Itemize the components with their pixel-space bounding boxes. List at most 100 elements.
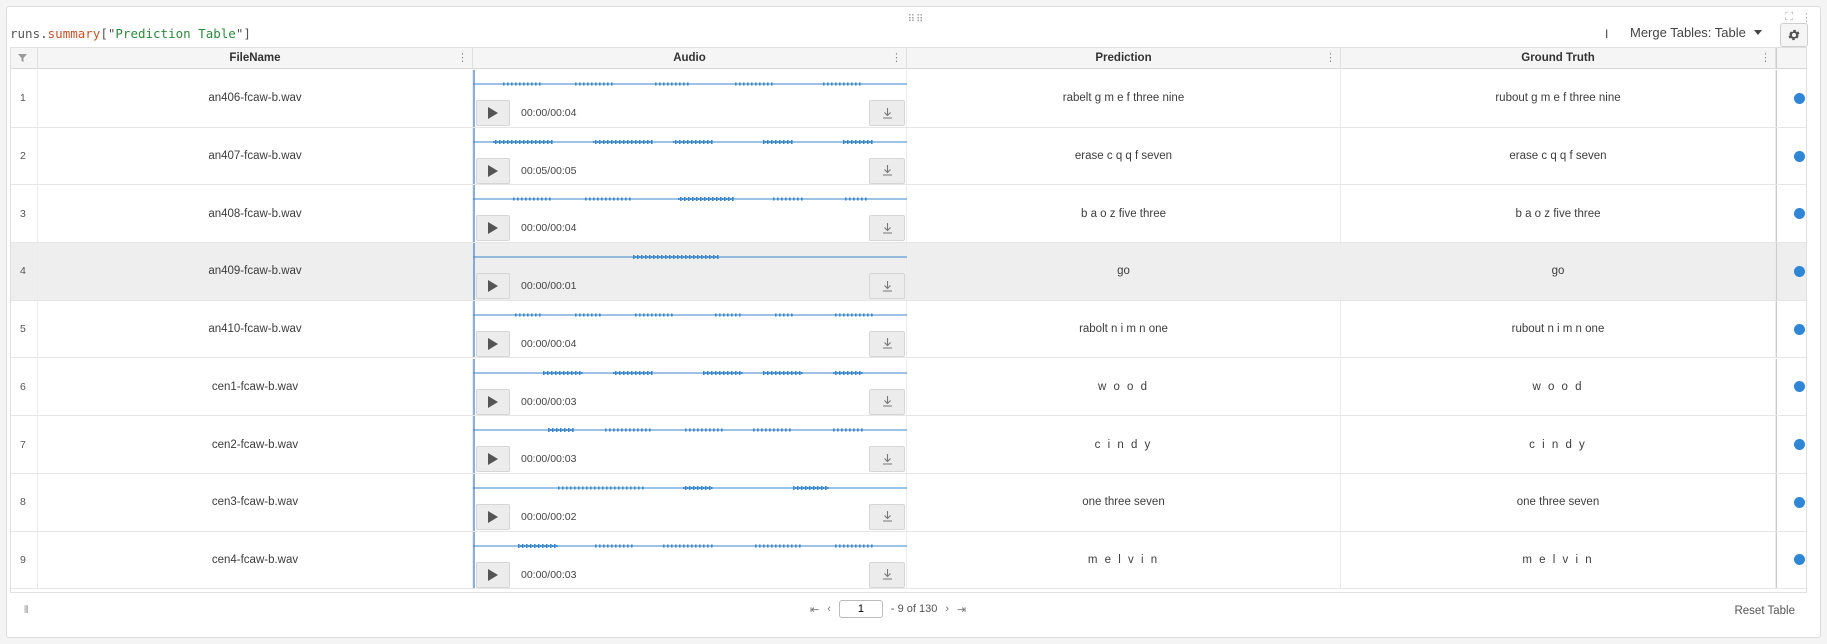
row-index: 1 xyxy=(11,70,38,127)
download-icon xyxy=(882,511,892,522)
waveform[interactable] xyxy=(473,369,907,377)
download-button[interactable] xyxy=(869,503,905,530)
expr-table-name: Prediction Table xyxy=(115,26,236,41)
table-row[interactable]: 7 cen2-fcaw-b.wav 00:00/00:03 c i n d yc i … xyxy=(11,416,1806,474)
table-row[interactable]: 1 an406-fcaw-b.wav 00:00/00:04 rabelt g m e… xyxy=(11,70,1806,128)
download-button[interactable] xyxy=(869,561,905,588)
play-icon xyxy=(488,510,498,523)
column-menu-icon[interactable]: ⋮ xyxy=(1325,48,1336,69)
header-audio[interactable]: Audio ⋮ xyxy=(473,48,907,69)
header-ground-truth[interactable]: Ground Truth ⋮ xyxy=(1341,48,1776,69)
audio-border xyxy=(473,358,475,416)
prediction-cell: rabolt n i m n one xyxy=(907,300,1341,358)
audio-player: 00:00/00:03 xyxy=(473,416,907,473)
audio-border xyxy=(473,416,475,473)
gear-icon xyxy=(1788,29,1800,41)
waveform[interactable] xyxy=(473,426,907,434)
row-status-cell xyxy=(1776,531,1806,589)
play-button[interactable] xyxy=(476,100,510,126)
download-button[interactable] xyxy=(869,330,905,357)
audio-player: 00:00/00:02 xyxy=(473,473,907,531)
audio-time: 00:00/00:03 xyxy=(521,568,577,581)
status-dot xyxy=(1794,265,1805,277)
play-icon xyxy=(488,337,498,350)
first-page-icon[interactable]: ⇤ xyxy=(810,603,819,616)
download-button[interactable] xyxy=(869,388,905,415)
query-expression[interactable]: runs.summary["Prediction Table"] xyxy=(10,26,251,41)
row-index: 7 xyxy=(11,416,38,473)
header-prediction[interactable]: Prediction ⋮ xyxy=(907,48,1341,69)
download-icon xyxy=(882,280,892,292)
table-row[interactable]: 6 cen1-fcaw-b.wav 00:00/00:03 w o o dw o o … xyxy=(11,358,1806,417)
play-button[interactable] xyxy=(476,273,510,300)
page-number-input[interactable] xyxy=(838,600,883,618)
chevron-down-icon xyxy=(1753,30,1762,35)
play-icon xyxy=(488,222,498,235)
next-page-icon[interactable]: › xyxy=(945,603,949,615)
play-button[interactable] xyxy=(476,157,510,184)
download-button[interactable] xyxy=(869,446,905,473)
waveform[interactable] xyxy=(473,311,907,319)
waveform[interactable] xyxy=(473,253,907,261)
table-row[interactable]: 2 an407-fcaw-b.wav 00:05/00:05 erase c q q … xyxy=(11,127,1806,186)
filename-cell: an408-fcaw-b.wav xyxy=(38,185,473,243)
ground-truth-cell: go xyxy=(1341,243,1776,300)
audio-time: 00:00/00:02 xyxy=(521,510,577,523)
play-icon xyxy=(488,280,498,293)
download-button[interactable] xyxy=(869,100,905,126)
expr-prefix: runs. xyxy=(10,26,48,41)
prev-page-icon[interactable]: ‹ xyxy=(827,603,831,615)
header-filename[interactable]: FileName ⋮ xyxy=(38,48,473,69)
prediction-cell: w o o d xyxy=(907,358,1341,416)
table-row[interactable]: 3 an408-fcaw-b.wav 00:00/00:04 b a o z five… xyxy=(11,185,1806,244)
play-button[interactable] xyxy=(476,561,510,588)
drag-handle-icon[interactable]: ⠿⠿ xyxy=(904,15,928,25)
table-row[interactable]: 4 an409-fcaw-b.wav 00:00/00:01 go go xyxy=(11,243,1806,301)
audio-player: 00:00/00:04 xyxy=(473,185,907,243)
audio-time: 00:05/00:05 xyxy=(521,164,577,177)
table-row[interactable]: 8 cen3-fcaw-b.wav 00:00/00:02 one three sev… xyxy=(11,473,1806,532)
download-button[interactable] xyxy=(869,215,905,242)
play-button[interactable] xyxy=(476,503,510,530)
prediction-cell: rabelt g m e f three nine xyxy=(907,70,1341,127)
column-menu-icon[interactable]: ⋮ xyxy=(457,48,468,69)
audio-border xyxy=(473,127,475,185)
row-status-cell xyxy=(1776,416,1806,473)
download-button[interactable] xyxy=(869,273,905,300)
columns-icon[interactable]: ⦀ xyxy=(24,605,28,616)
waveform[interactable] xyxy=(473,138,907,146)
download-button[interactable] xyxy=(869,157,905,184)
header-index-cell[interactable] xyxy=(11,48,38,69)
waveform[interactable] xyxy=(473,80,907,88)
waveform[interactable] xyxy=(473,542,907,550)
download-icon xyxy=(882,338,892,349)
table-row[interactable]: 9 cen4-fcaw-b.wav 00:00/00:03 m e l v i nm … xyxy=(11,531,1806,590)
prediction-cell: one three seven xyxy=(907,473,1341,531)
audio-time: 00:00/00:04 xyxy=(521,107,577,119)
play-icon xyxy=(488,453,498,466)
play-button[interactable] xyxy=(476,446,510,473)
row-status-cell xyxy=(1776,185,1806,243)
play-button[interactable] xyxy=(476,330,510,357)
expr-key: summary xyxy=(47,26,101,41)
column-menu-icon[interactable]: ⋮ xyxy=(1760,48,1771,69)
waveform[interactable] xyxy=(473,195,907,203)
play-button[interactable] xyxy=(476,388,510,415)
settings-button[interactable] xyxy=(1780,23,1808,47)
expr-close: "] xyxy=(235,26,251,41)
row-status-cell xyxy=(1776,358,1806,416)
waveform[interactable] xyxy=(473,484,907,492)
last-page-icon[interactable]: ⇥ xyxy=(957,603,966,616)
play-button[interactable] xyxy=(476,215,510,242)
text-cursor-icon: I xyxy=(1605,27,1609,41)
filter-icon[interactable] xyxy=(18,54,27,62)
prediction-cell: erase c q q f seven xyxy=(907,127,1341,185)
row-index: 9 xyxy=(11,531,38,589)
table-row[interactable]: 5 an410-fcaw-b.wav 00:00/00:04 rabolt n i m… xyxy=(11,300,1806,359)
merge-tables-dropdown[interactable]: Merge Tables: Table xyxy=(1630,25,1762,40)
ground-truth-cell: one three seven xyxy=(1341,473,1776,531)
column-menu-icon[interactable]: ⋮ xyxy=(891,48,902,69)
prediction-table: FileName ⋮ Audio ⋮ Prediction ⋮ Ground T… xyxy=(10,47,1807,593)
status-dot xyxy=(1794,554,1805,566)
reset-table-button[interactable]: Reset Table xyxy=(1734,605,1795,617)
